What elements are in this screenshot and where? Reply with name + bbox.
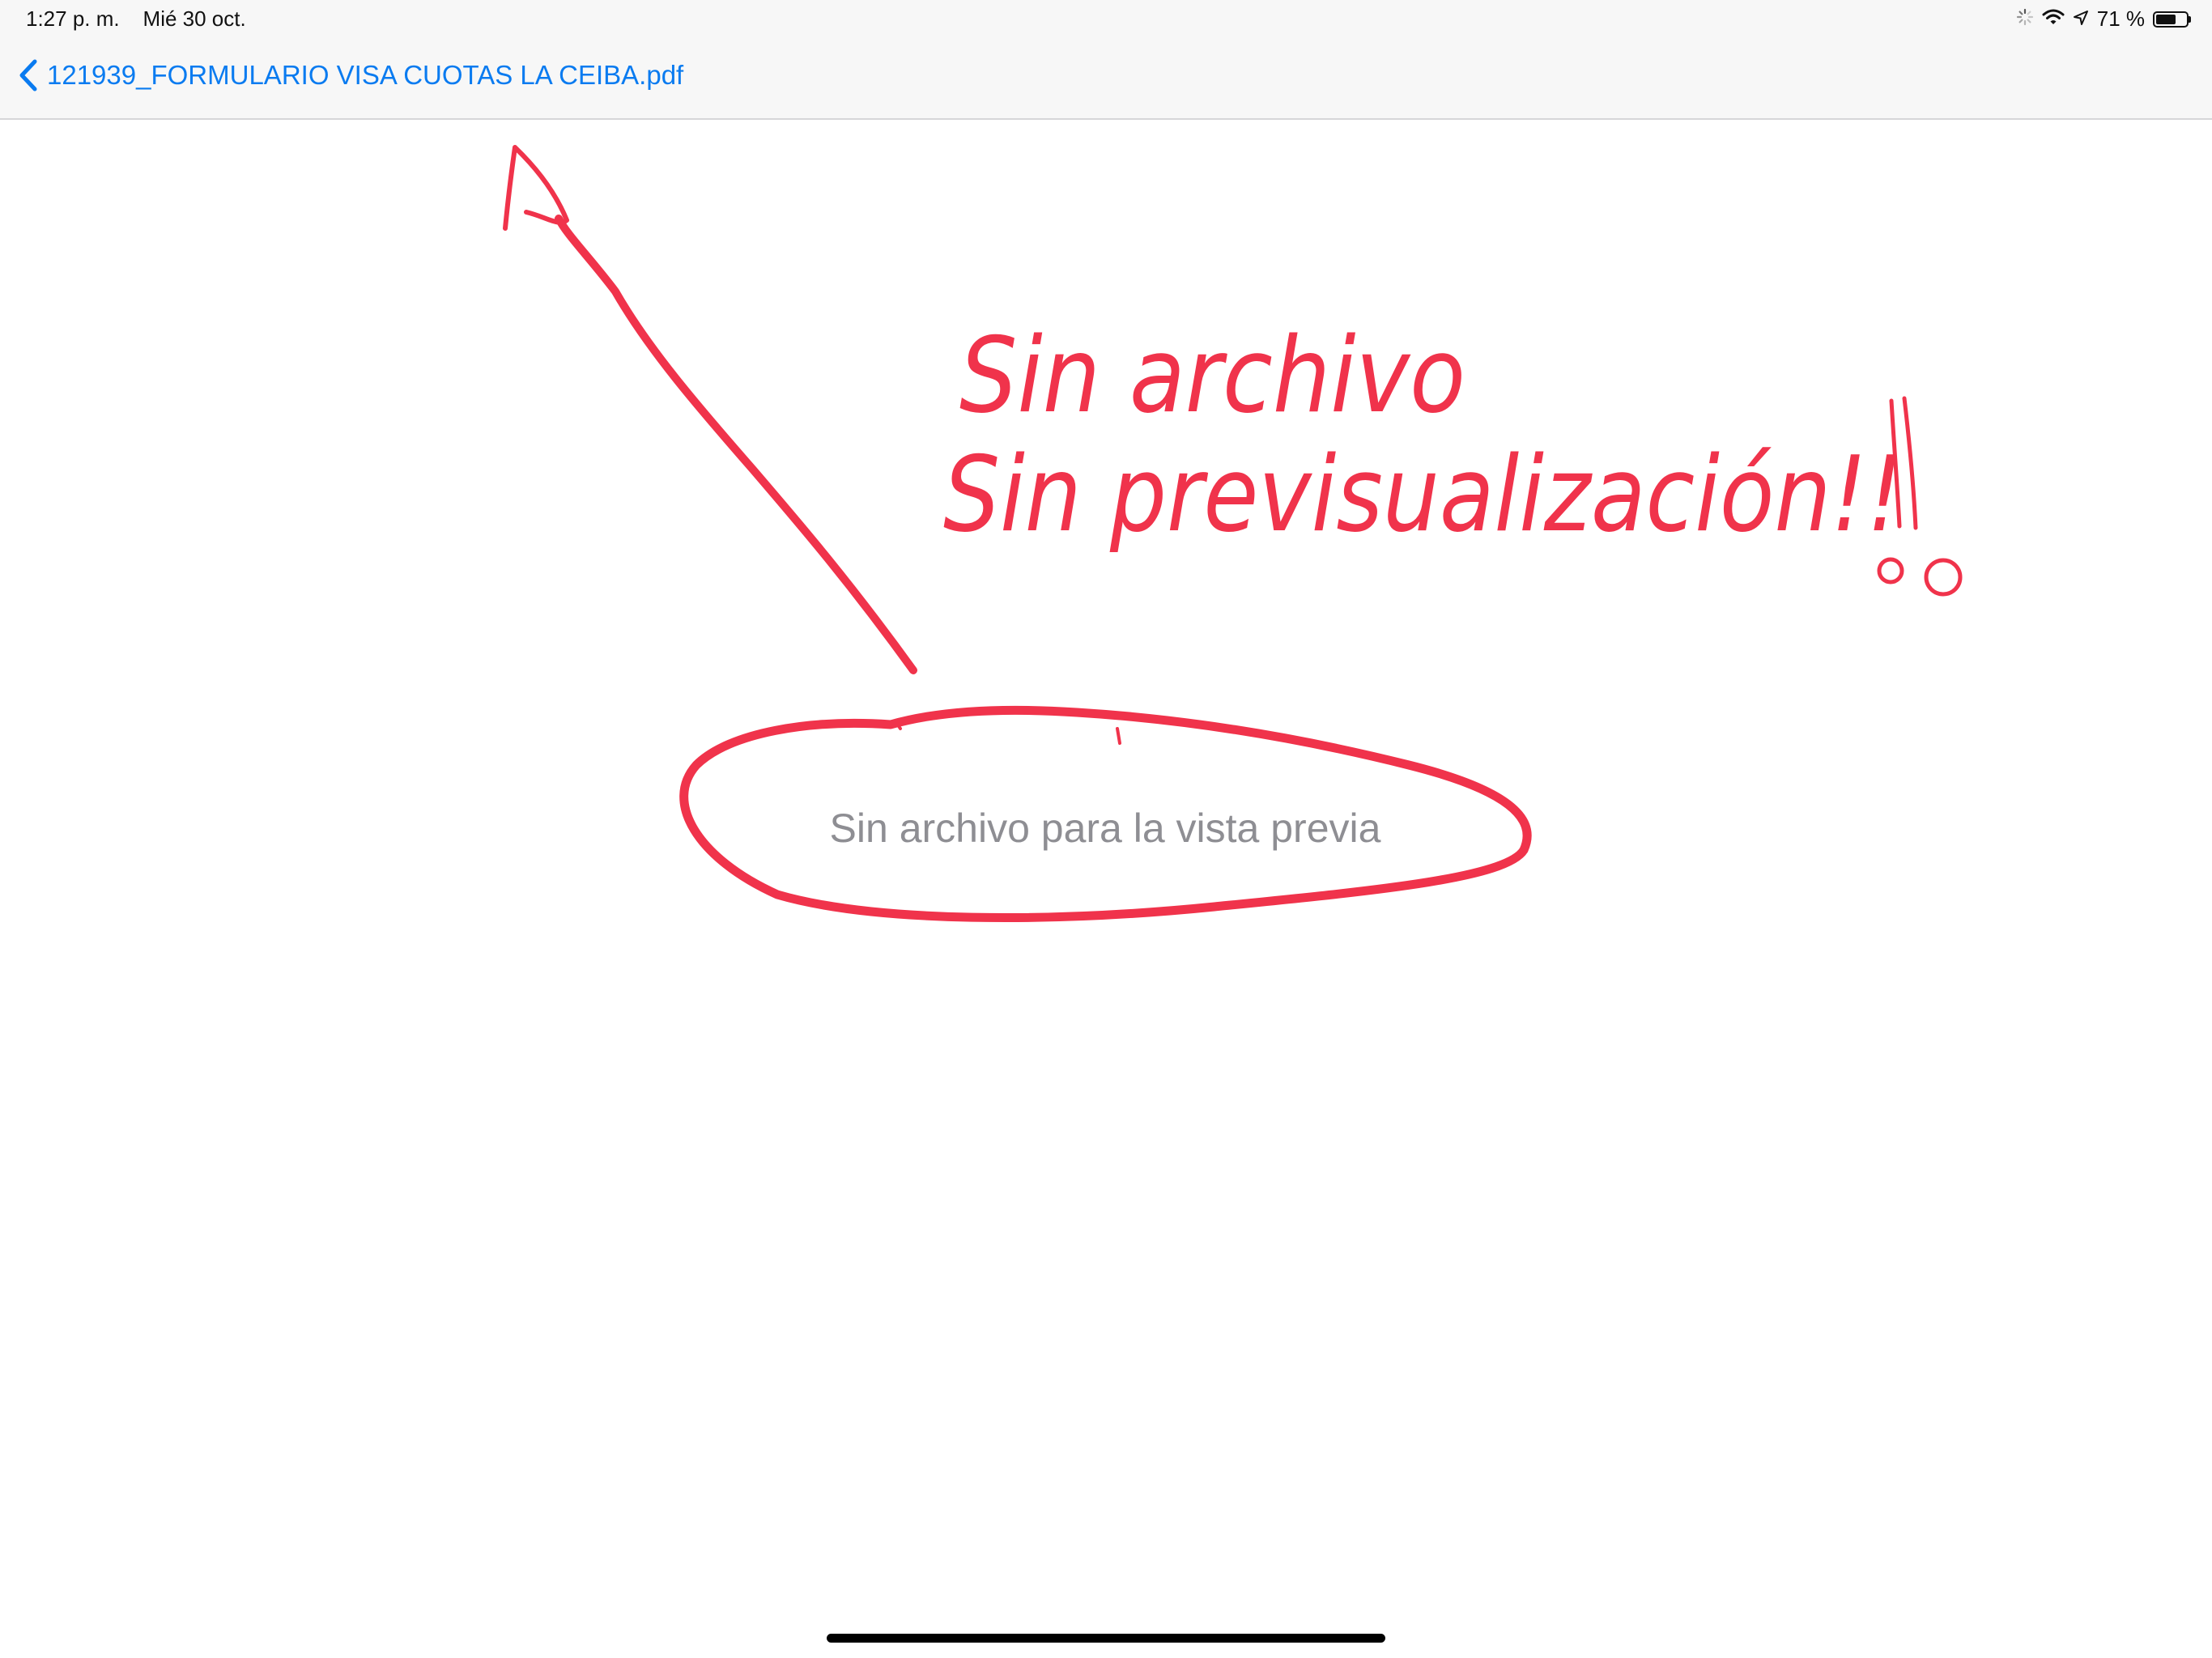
annotation-line2: Sin previsualización!!: [943, 435, 1903, 555]
home-indicator[interactable]: [827, 1634, 1385, 1643]
screen: 1:27 p. m. Mié 30 oct. 71 % 121939_FORMU…: [0, 0, 2212, 1658]
activity-spinner-icon: [2016, 6, 2034, 32]
navigation-bar: 121939_FORMULARIO VISA CUOTAS LA CEIBA.p…: [0, 39, 2212, 120]
location-arrow-icon: [2073, 6, 2089, 32]
annotation-arrow: [555, 215, 917, 674]
wifi-icon: [2042, 6, 2065, 32]
status-date: Mié 30 oct.: [143, 6, 246, 31]
status-right: 71 %: [2016, 6, 2191, 32]
empty-preview-text: Sin archivo para la vista previa: [829, 806, 1381, 851]
annotation-arrowhead: [503, 145, 569, 231]
status-time: 1:27 p. m.: [26, 6, 120, 31]
battery-percent: 71 %: [2096, 6, 2145, 31]
annotation-line1: Sin archivo: [959, 316, 1465, 436]
back-button-label[interactable]: 121939_FORMULARIO VISA CUOTAS LA CEIBA.p…: [47, 60, 683, 91]
status-time-date: 1:27 p. m. Mié 30 oct.: [26, 6, 246, 32]
back-button[interactable]: 121939_FORMULARIO VISA CUOTAS LA CEIBA.p…: [18, 58, 683, 92]
chevron-left-icon[interactable]: [18, 58, 39, 92]
battery-icon: [2153, 11, 2191, 28]
status-bar: 1:27 p. m. Mié 30 oct. 71 %: [0, 0, 2212, 39]
empty-preview-message: Sin archivo para la vista previa: [0, 805, 2212, 852]
